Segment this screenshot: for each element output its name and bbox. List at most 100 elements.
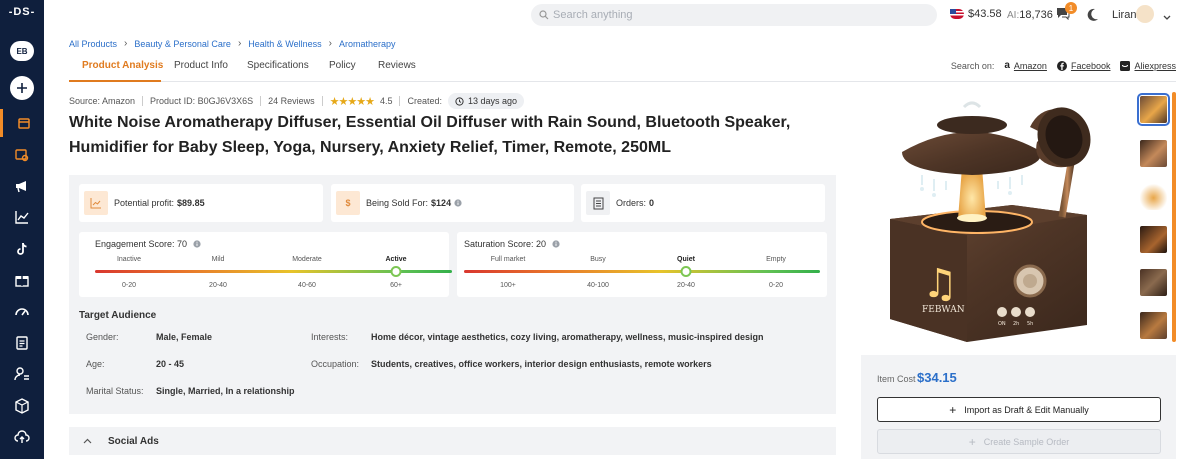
orders-card: Orders: 0 <box>581 184 825 222</box>
occupation-value: Students, creatives, office workers, int… <box>371 359 712 369</box>
breadcrumb-aromatherapy[interactable]: Aromatherapy <box>339 39 396 49</box>
theme-toggle[interactable] <box>1086 8 1099 24</box>
saturation-range: 40-100 <box>587 282 609 289</box>
thumbnail-image-4[interactable] <box>1140 226 1167 253</box>
gender-value: Male, Female <box>156 332 213 342</box>
profit-chart-icon <box>84 191 108 215</box>
app-logo[interactable]: -DS- <box>0 6 44 18</box>
tab-policy[interactable]: Policy <box>329 60 356 71</box>
reviews-count[interactable]: 24 Reviews <box>268 96 315 106</box>
sidebar-item-users[interactable] <box>0 360 44 388</box>
image-button-label-2h: 2h <box>1013 321 1019 327</box>
info-icon[interactable] <box>454 199 462 207</box>
import-draft-button[interactable]: + Import as Draft & Edit Manually <box>877 397 1161 422</box>
profit-label: Potential profit: <box>114 198 175 208</box>
sidebar-item-analytics[interactable] <box>0 203 44 231</box>
add-button[interactable] <box>10 76 34 100</box>
thumbnails-scrollbar[interactable] <box>1172 92 1176 342</box>
target-audience-title: Target Audience <box>79 310 157 321</box>
breadcrumb-health[interactable]: Health & Wellness <box>248 39 321 49</box>
user-name[interactable]: Liran <box>1112 9 1136 21</box>
sidebar-item-tiktok[interactable] <box>0 235 44 263</box>
ai-credits[interactable]: AI:18,736 <box>1007 9 1053 21</box>
dollar-icon: $ <box>336 191 360 215</box>
age-label: Age: <box>86 359 105 369</box>
thumbnail-image-1[interactable] <box>1137 93 1170 126</box>
search-amazon-link[interactable]: Amazon <box>1014 61 1047 71</box>
create-sample-order-button[interactable]: + Create Sample Order <box>877 429 1161 454</box>
us-flag-icon <box>950 9 964 19</box>
engagement-range: 40-60 <box>298 282 316 289</box>
gauge-icon <box>15 308 29 316</box>
product-meta: Source: Amazon Product ID: B0GJ6V3X6S 24… <box>69 93 525 109</box>
chart-icon <box>15 211 29 224</box>
sidebar-item-performance[interactable] <box>0 297 44 325</box>
sidebar-item-ads[interactable] <box>0 172 44 200</box>
sold-value: $124 <box>431 198 452 208</box>
thumbnail-image-5[interactable] <box>1140 269 1167 296</box>
engagement-range: 20-40 <box>209 282 227 289</box>
orders-value: 0 <box>649 198 655 208</box>
saturation-range: 20-40 <box>677 282 695 289</box>
engagement-score-marker <box>390 266 402 277</box>
ai-credits-value: 18,736 <box>1019 9 1053 21</box>
interests-value: Home décor, vintage aesthetics, cozy liv… <box>371 332 764 342</box>
star-rating: ★★★★★ <box>329 95 375 108</box>
tab-reviews[interactable]: Reviews <box>378 60 416 71</box>
engagement-range: 60+ <box>390 282 402 289</box>
purchase-box: Item Cost $34.15 + Import as Draft & Edi… <box>861 355 1176 459</box>
tab-product-analysis[interactable]: Product Analysis <box>82 60 163 71</box>
chevron-up-icon <box>83 438 92 444</box>
breadcrumb: All Products › Beauty & Personal Care › … <box>69 38 396 49</box>
aliexpress-icon <box>1120 60 1131 71</box>
rating-value: 4.5 <box>379 96 393 106</box>
box-icon <box>15 398 29 414</box>
search-facebook-link[interactable]: Facebook <box>1071 61 1111 71</box>
search-on-links: Search on: a Amazon Facebook Aliexpress <box>951 60 1176 71</box>
thumbnail-image-2[interactable] <box>1140 140 1167 167</box>
tab-specifications[interactable]: Specifications <box>247 60 309 71</box>
balance-value: $43.58 <box>968 8 1002 20</box>
sidebar-item-upload[interactable] <box>0 423 44 451</box>
saturation-score-card: Saturation Score: 20 Full market Busy Qu… <box>457 232 827 297</box>
potential-profit-card: Potential profit: $89.85 <box>79 184 323 222</box>
thumbnail-image-6[interactable] <box>1140 312 1167 339</box>
engagement-label: Moderate <box>292 256 322 263</box>
sold-label: Being Sold For: <box>366 198 429 208</box>
search-on-label: Search on: <box>950 60 995 71</box>
saturation-label: Empty <box>766 256 786 263</box>
info-icon[interactable] <box>551 240 560 248</box>
breadcrumb-all-products[interactable]: All Products <box>69 39 117 49</box>
wallet-balance[interactable]: $43.58 <box>950 8 1002 20</box>
workspace-badge[interactable]: EB <box>10 41 34 61</box>
sidebar-item-orders[interactable] <box>0 392 44 420</box>
tab-product-info[interactable]: Product Info <box>174 60 228 71</box>
created-label: Created: <box>407 96 442 106</box>
search-icon <box>539 10 549 20</box>
thumbnail-image-3[interactable] <box>1140 183 1167 210</box>
profit-value: $89.85 <box>177 198 205 208</box>
search-aliexpress-link[interactable]: Aliexpress <box>1134 61 1176 71</box>
saturation-range: 100+ <box>500 282 516 289</box>
sidebar-item-store[interactable] <box>0 109 44 137</box>
user-menu-toggle[interactable] <box>1163 10 1171 24</box>
messages-button[interactable]: 1 <box>1056 2 1077 23</box>
marital-value: Single, Married, In a relationship <box>156 386 295 396</box>
receipt-icon <box>586 191 610 215</box>
sidebar-item-documents[interactable] <box>0 329 44 357</box>
chevron-down-icon <box>1163 15 1171 20</box>
user-settings-icon <box>14 367 29 381</box>
chevron-right-icon: › <box>124 38 128 49</box>
search-input[interactable] <box>553 9 893 21</box>
saturation-label-selected: Quiet <box>677 256 695 263</box>
product-main-image[interactable]: ♫ ON 2h 5h FEBWAN <box>882 97 1127 345</box>
saturation-score-bar <box>464 270 820 273</box>
sidebar-item-gift[interactable] <box>0 266 44 294</box>
sidebar-item-product-research[interactable] <box>0 141 44 169</box>
info-icon[interactable] <box>192 240 201 248</box>
breadcrumb-beauty[interactable]: Beauty & Personal Care <box>134 39 231 49</box>
avatar[interactable] <box>1136 5 1154 23</box>
global-search[interactable] <box>531 4 937 26</box>
social-ads-section[interactable]: Social Ads <box>69 427 836 455</box>
being-sold-card: $ Being Sold For: $124 <box>331 184 574 222</box>
